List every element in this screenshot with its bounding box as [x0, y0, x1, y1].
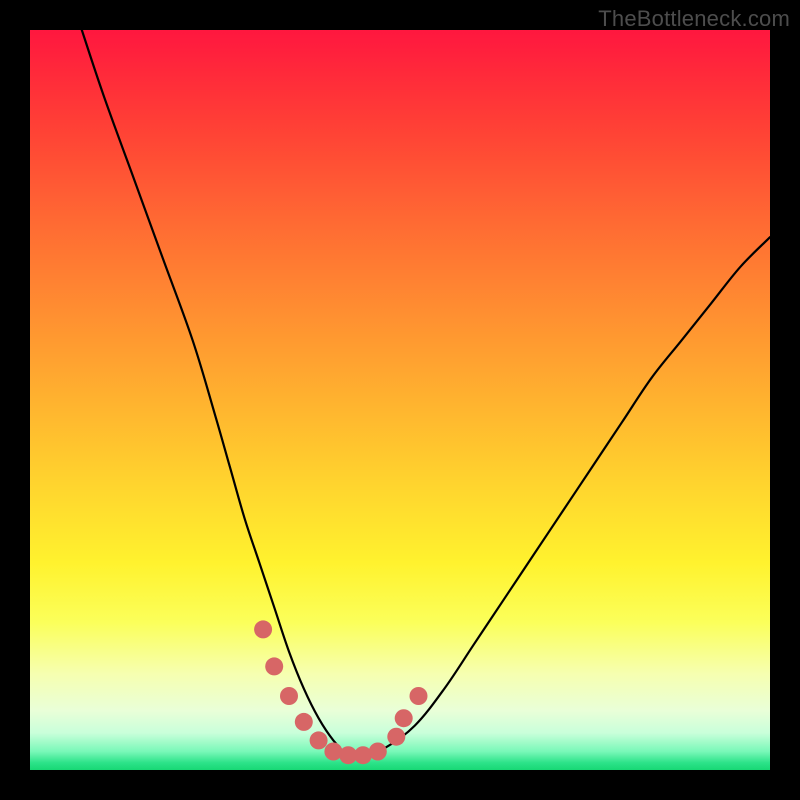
- marker-dot: [280, 687, 298, 705]
- marker-dot: [395, 709, 413, 727]
- watermark-text: TheBottleneck.com: [598, 6, 790, 32]
- marker-dot: [387, 728, 405, 746]
- plot-area: [30, 30, 770, 770]
- marker-dot: [310, 731, 328, 749]
- marker-dot: [254, 620, 272, 638]
- marker-dot: [265, 657, 283, 675]
- marker-dot: [295, 713, 313, 731]
- bottleneck-curve: [82, 30, 770, 757]
- highlight-markers: [254, 620, 427, 764]
- marker-dot: [410, 687, 428, 705]
- chart-frame: TheBottleneck.com: [0, 0, 800, 800]
- curve-layer: [30, 30, 770, 770]
- marker-dot: [369, 743, 387, 761]
